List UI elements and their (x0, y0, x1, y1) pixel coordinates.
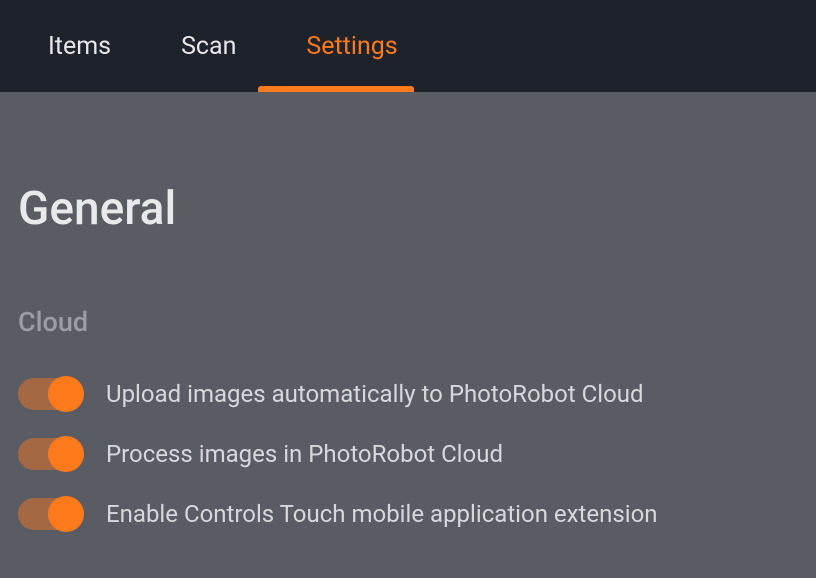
toggle-controls-touch[interactable] (18, 498, 82, 530)
content: General Cloud Upload images automaticall… (0, 92, 816, 530)
tab-scan[interactable]: Scan (181, 32, 236, 61)
toggle-process-images[interactable] (18, 438, 82, 470)
tab-indicator (258, 86, 414, 92)
section-title-cloud: Cloud (18, 306, 798, 338)
tabbar: Items Scan Settings (0, 0, 816, 92)
toggle-knob (48, 436, 84, 472)
tab-settings[interactable]: Settings (306, 32, 397, 61)
toggle-label: Upload images automatically to PhotoRobo… (106, 380, 644, 408)
toggle-label: Enable Controls Touch mobile application… (106, 500, 658, 528)
toggle-label: Process images in PhotoRobot Cloud (106, 440, 503, 468)
tab-items[interactable]: Items (48, 32, 111, 61)
toggle-upload-images[interactable] (18, 378, 82, 410)
toggle-knob (48, 496, 84, 532)
page-title: General (18, 182, 798, 236)
toggle-row-upload: Upload images automatically to PhotoRobo… (18, 378, 798, 410)
toggle-row-controls-touch: Enable Controls Touch mobile application… (18, 498, 798, 530)
toggle-knob (48, 376, 84, 412)
toggle-row-process: Process images in PhotoRobot Cloud (18, 438, 798, 470)
